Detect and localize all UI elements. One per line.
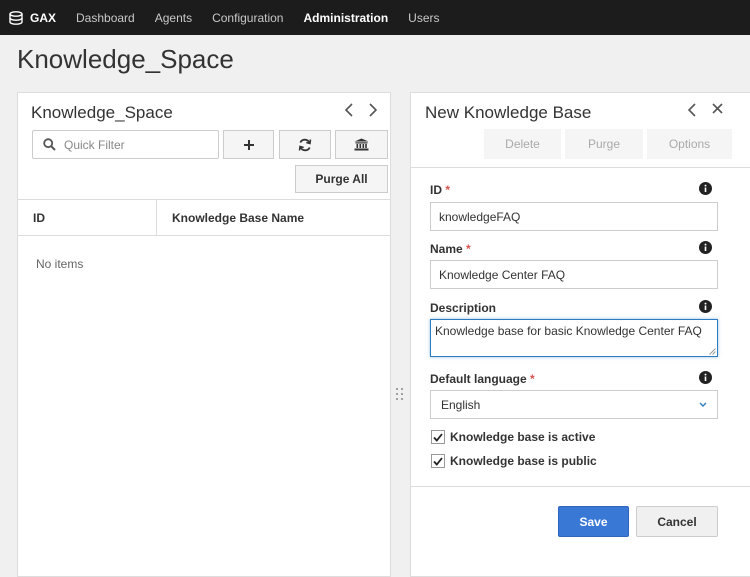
- active-checkbox[interactable]: [431, 430, 445, 444]
- language-label-text: Default language: [430, 372, 527, 386]
- database-icon: [9, 10, 23, 25]
- id-field[interactable]: knowledgeFAQ: [430, 202, 718, 231]
- description-field[interactable]: Knowledge base for basic Knowledge Cente…: [430, 319, 718, 357]
- resize-grip-icon[interactable]: [709, 348, 716, 355]
- nav-agents[interactable]: Agents: [155, 11, 192, 25]
- name-field-label: Name *: [430, 242, 471, 256]
- info-icon[interactable]: [699, 182, 712, 195]
- brand-logo[interactable]: GAX: [8, 11, 56, 25]
- required-marker: *: [530, 372, 535, 386]
- quick-filter[interactable]: [32, 130, 219, 159]
- description-text: Knowledge base for basic Knowledge Cente…: [435, 324, 702, 338]
- purge-all-button[interactable]: Purge All: [295, 165, 388, 193]
- chevron-down-icon: [699, 402, 707, 407]
- public-checkbox[interactable]: [431, 454, 445, 468]
- required-marker: *: [466, 242, 471, 256]
- list-panel-title: Knowledge_Space: [31, 103, 173, 122]
- nav-dashboard[interactable]: Dashboard: [76, 11, 135, 25]
- info-icon[interactable]: [699, 300, 712, 313]
- knowledge-space-list-panel: Knowledge_Space Quick Filter Purge All I…: [17, 92, 391, 577]
- public-checkbox-label: Knowledge base is public: [450, 454, 597, 468]
- top-nav-bar: GAX Dashboard Agents Configuration Admin…: [0, 0, 750, 35]
- info-icon[interactable]: [699, 371, 712, 384]
- active-checkbox-row[interactable]: Knowledge base is active: [431, 430, 595, 444]
- search-icon: [43, 138, 56, 151]
- nav-configuration[interactable]: Configuration: [212, 11, 283, 25]
- brand-name: GAX: [30, 10, 57, 25]
- default-language-select[interactable]: English: [430, 390, 718, 419]
- options-button[interactable]: Options: [647, 129, 732, 159]
- institution-icon: [354, 138, 369, 151]
- chevron-right-icon[interactable]: [368, 101, 378, 122]
- divider: [411, 486, 750, 487]
- add-button[interactable]: [223, 130, 274, 159]
- chevron-left-icon[interactable]: [687, 101, 697, 122]
- column-header-id[interactable]: ID: [18, 200, 157, 235]
- panel-resize-handle[interactable]: [395, 388, 405, 402]
- public-checkbox-row[interactable]: Knowledge base is public: [431, 454, 597, 468]
- name-field[interactable]: Knowledge Center FAQ: [430, 260, 718, 289]
- close-icon[interactable]: [712, 101, 723, 119]
- refresh-icon: [298, 138, 312, 151]
- purge-button[interactable]: Purge: [565, 129, 643, 159]
- page-title: Knowledge_Space: [17, 44, 234, 74]
- nav-administration[interactable]: Administration: [303, 11, 388, 25]
- form-panel-title: New Knowledge Base: [425, 103, 592, 122]
- id-field-label: ID *: [430, 183, 450, 197]
- name-label-text: Name: [430, 242, 463, 256]
- save-button[interactable]: Save: [558, 506, 629, 537]
- refresh-button[interactable]: [279, 130, 331, 159]
- plus-icon: [243, 139, 254, 150]
- divider: [411, 167, 750, 168]
- new-knowledge-base-panel: New Knowledge Base Delete Purge Options …: [410, 92, 750, 577]
- info-icon[interactable]: [699, 241, 712, 254]
- language-field-label: Default language *: [430, 372, 535, 386]
- checkmark-icon: [433, 456, 443, 466]
- description-field-label: Description: [430, 301, 497, 315]
- cancel-button[interactable]: Cancel: [636, 506, 718, 537]
- checkmark-icon: [433, 432, 443, 442]
- required-marker: *: [445, 183, 451, 197]
- selected-language: English: [441, 397, 481, 412]
- empty-state-text: No items: [36, 257, 84, 271]
- table-header: ID Knowledge Base Name: [18, 199, 390, 236]
- tenant-button[interactable]: [335, 130, 388, 159]
- delete-button[interactable]: Delete: [484, 129, 561, 159]
- id-label-text: ID: [430, 183, 442, 197]
- nav-users[interactable]: Users: [408, 11, 439, 25]
- active-checkbox-label: Knowledge base is active: [450, 430, 596, 444]
- quick-filter-input[interactable]: [64, 137, 204, 152]
- column-header-kb-name[interactable]: Knowledge Base Name: [157, 200, 304, 235]
- chevron-left-icon[interactable]: [344, 101, 354, 122]
